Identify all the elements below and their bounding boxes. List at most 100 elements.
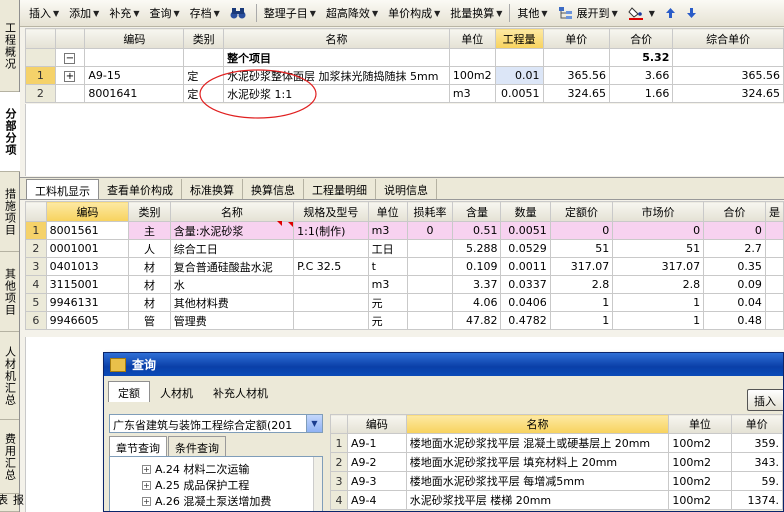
cell-code[interactable]: A9-4 bbox=[346, 490, 407, 510]
cell-market-price[interactable]: 0 bbox=[612, 221, 705, 240]
cell-code[interactable]: 8001561 bbox=[45, 221, 130, 240]
cell-name[interactable]: 综合工日 bbox=[169, 239, 295, 258]
plus-box-icon[interactable]: + bbox=[142, 496, 151, 506]
cell-spec[interactable] bbox=[293, 293, 369, 312]
organize-subitems-menu[interactable]: 整理子目 ▼ bbox=[259, 2, 321, 24]
cell-unit[interactable] bbox=[448, 48, 496, 67]
cell-code[interactable]: A9-1 bbox=[346, 433, 407, 453]
expand-to-menu[interactable]: 展开到 ▼ bbox=[553, 2, 623, 24]
cell-unit-price[interactable]: 365.56 bbox=[542, 66, 611, 85]
cell-quantity[interactable]: 0.01 bbox=[494, 66, 544, 85]
cell-name[interactable]: 楼地面水泥砂浆找平层 混凝土或硬基层上 20mm bbox=[405, 433, 670, 453]
unit-price-composition-menu[interactable]: 单价构成 ▼ bbox=[383, 2, 445, 24]
cell-unit-price[interactable] bbox=[542, 48, 611, 67]
header-type[interactable]: 类别 bbox=[183, 28, 225, 49]
cell-unit[interactable]: 100m2 bbox=[668, 433, 732, 453]
collapse-toggle[interactable]: − bbox=[54, 48, 86, 67]
vtab-project-overview[interactable]: 工程概况 bbox=[0, 0, 19, 92]
cell-unit[interactable]: 100m2 bbox=[668, 490, 732, 510]
cell-name[interactable]: 管理费 bbox=[169, 311, 295, 330]
archive-menu[interactable]: 存档 ▼ bbox=[185, 2, 225, 24]
cell-base-price[interactable]: 1 bbox=[549, 311, 614, 330]
cell-type[interactable]: 材 bbox=[128, 275, 171, 294]
other-menu[interactable]: 其他 ▼ bbox=[512, 2, 552, 24]
cell-total[interactable]: 0 bbox=[703, 221, 766, 240]
cell-unit-price[interactable]: 359. bbox=[730, 433, 783, 453]
header-base-price[interactable]: 定额价 bbox=[549, 201, 614, 222]
header-unit[interactable]: 单位 bbox=[367, 201, 408, 222]
font-color-button[interactable]: ▼ bbox=[623, 2, 660, 24]
cell-name[interactable]: 其他材料费 bbox=[169, 293, 295, 312]
cell-quantity[interactable] bbox=[494, 48, 544, 67]
cell-base-price[interactable]: 51 bbox=[549, 239, 614, 258]
batch-conversion-menu[interactable]: 批量换算 ▼ bbox=[445, 2, 507, 24]
cell-unit[interactable]: t bbox=[367, 257, 408, 276]
group-row-whole-project[interactable]: − 整个项目 5.32 bbox=[25, 48, 784, 67]
cell-code[interactable]: 0401013 bbox=[45, 257, 130, 276]
header-quantity[interactable]: 数量 bbox=[500, 201, 551, 222]
cell-loss-rate[interactable] bbox=[406, 257, 454, 276]
header-market-price[interactable]: 市场价 bbox=[612, 201, 705, 222]
tab-quota[interactable]: 定额 bbox=[108, 381, 150, 402]
cell-loss-rate[interactable] bbox=[406, 311, 454, 330]
cell-flag[interactable] bbox=[764, 239, 784, 258]
cell-spec[interactable] bbox=[293, 239, 369, 258]
cell-market-price[interactable]: 51 bbox=[612, 239, 705, 258]
cell-flag[interactable] bbox=[764, 257, 784, 276]
vtab-resource-summary[interactable]: 人材机汇总 bbox=[0, 332, 19, 420]
plus-box-icon[interactable]: + bbox=[142, 464, 151, 474]
header-name[interactable]: 名称 bbox=[169, 201, 295, 222]
tree-node[interactable]: + A.26 混凝土泵送增加费 bbox=[110, 493, 322, 509]
cell-loss-rate[interactable] bbox=[406, 239, 454, 258]
cell-type[interactable]: 人 bbox=[128, 239, 171, 258]
header-total[interactable]: 合价 bbox=[703, 201, 766, 222]
cell-market-price[interactable]: 317.07 bbox=[612, 257, 705, 276]
header-type[interactable]: 类别 bbox=[128, 201, 171, 222]
chevron-down-icon[interactable]: ▼ bbox=[306, 415, 322, 432]
cell-flag[interactable] bbox=[764, 293, 784, 312]
cell-unit[interactable]: 100m2 bbox=[448, 66, 496, 85]
cell-spec[interactable] bbox=[293, 275, 369, 294]
header-total[interactable]: 合价 bbox=[609, 28, 674, 49]
insert-button[interactable]: 插入 bbox=[747, 389, 783, 411]
cell-content[interactable]: 3.37 bbox=[452, 275, 502, 294]
cell-content[interactable]: 4.06 bbox=[452, 293, 502, 312]
table-row[interactable]: 1 + A9-15 定 水泥砂浆整体面层 加浆抹光随捣随抹 5mm 100m2 … bbox=[25, 66, 784, 85]
cell-type[interactable]: 管 bbox=[128, 311, 171, 330]
cell-total[interactable]: 1.66 bbox=[609, 84, 674, 103]
dialog-title-bar[interactable]: 查询 bbox=[104, 353, 783, 376]
table-row[interactable]: 6 9946605 管 管理费 元 47.82 0.4782 1 1 0.48 bbox=[25, 311, 784, 330]
table-row[interactable]: 1 A9-1 楼地面水泥砂浆找平层 混凝土或硬基层上 20mm 100m2 35… bbox=[330, 433, 783, 453]
tab-price-composition[interactable]: 查看单价构成 bbox=[99, 179, 182, 199]
cell-quantity[interactable]: 0.0011 bbox=[500, 257, 551, 276]
header-content[interactable]: 含量 bbox=[452, 201, 502, 222]
cell-base-price[interactable]: 1 bbox=[549, 293, 614, 312]
cell-unit-price[interactable]: 324.65 bbox=[542, 84, 611, 103]
cell-total[interactable]: 0.04 bbox=[703, 293, 766, 312]
header-unit[interactable]: 单位 bbox=[668, 414, 732, 434]
cell-total[interactable]: 0.35 bbox=[703, 257, 766, 276]
table-row[interactable]: 5 9946131 材 其他材料费 元 4.06 0.0406 1 1 0.04 bbox=[25, 293, 784, 312]
add-menu[interactable]: 添加 ▼ bbox=[64, 2, 104, 24]
insert-menu[interactable]: 插入 ▼ bbox=[24, 2, 64, 24]
cell-code[interactable]: 9946131 bbox=[45, 293, 130, 312]
header-unit-price[interactable]: 单价 bbox=[730, 414, 783, 434]
cell-type[interactable] bbox=[183, 48, 225, 67]
cell-name[interactable]: 楼地面水泥砂浆找平层 每增减5mm bbox=[405, 471, 670, 491]
table-row[interactable]: 4 3115001 材 水 m3 3.37 0.0337 2.8 2.8 0.0… bbox=[25, 275, 784, 294]
table-row[interactable]: 2 A9-2 楼地面水泥砂浆找平层 填充材料上 20mm 100m2 343. bbox=[330, 452, 783, 472]
plus-box-icon[interactable]: + bbox=[142, 480, 151, 490]
tree-node[interactable]: + A.25 成品保护工程 bbox=[110, 477, 322, 493]
cell-market-price[interactable]: 1 bbox=[612, 293, 705, 312]
cell-unit-price[interactable]: 343. bbox=[730, 452, 783, 472]
cell-content[interactable]: 0.51 bbox=[452, 221, 502, 240]
corner-cell[interactable] bbox=[25, 201, 47, 222]
header-composite-price[interactable]: 综合单价 bbox=[672, 28, 784, 49]
cell-code[interactable]: 3115001 bbox=[45, 275, 130, 294]
table-row[interactable]: 1 8001561 主 含量:水泥砂浆 1:1(制作) m3 0 0.51 0.… bbox=[25, 221, 784, 240]
cell-unit[interactable]: 工日 bbox=[367, 239, 408, 258]
cell-flag[interactable] bbox=[764, 275, 784, 294]
vtab-cost-summary[interactable]: 费用汇总 bbox=[0, 420, 19, 494]
cell-composite-price[interactable] bbox=[672, 48, 784, 67]
header-spec[interactable]: 规格及型号 bbox=[293, 201, 369, 222]
